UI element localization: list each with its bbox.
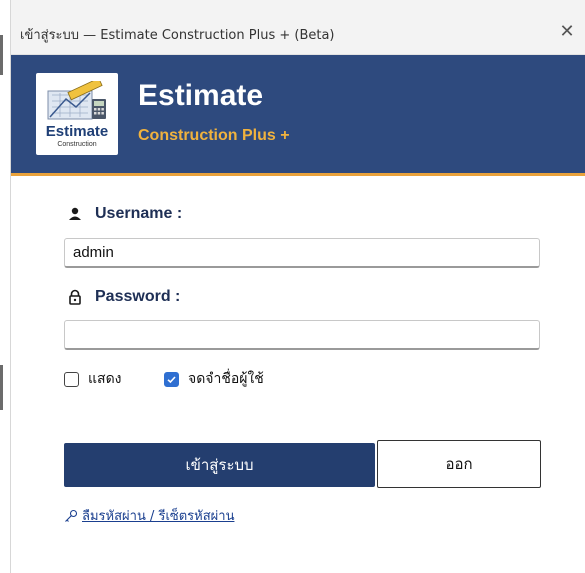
background-mark [0,35,3,75]
brand-subtitle: Construction Plus + [138,127,290,144]
login-button[interactable]: เข้าสู่ระบบ [64,443,375,487]
close-icon: ✕ [559,20,575,42]
user-icon [69,207,81,220]
title-bar[interactable]: เข้าสู่ระบบ — Estimate Construction Plus… [11,0,585,55]
background-window-edge [0,0,10,573]
lock-icon [69,289,81,305]
forgot-password-link[interactable]: ลืมรหัสผ่าน / รีเซ็ตรหัสผ่าน [64,505,234,526]
checkmark-icon [167,375,176,383]
remember-user-label: จดจำชื่อผู้ใช้ [188,371,264,387]
username-label-text: Username : [95,205,183,222]
key-icon [65,509,78,522]
show-password-toggle[interactable]: แสดง [64,368,122,390]
app-logo: Estimate Construction [36,73,118,155]
brand-title: Estimate [138,79,264,112]
username-input[interactable] [64,238,540,268]
close-button[interactable]: ✕ [555,19,579,43]
background-mark [0,365,3,410]
blueprint-icon [47,81,106,120]
logo-wordmark: Estimate [45,123,109,140]
window-title: เข้าสู่ระบบ — Estimate Construction Plus… [20,28,335,43]
login-dialog: เข้าสู่ระบบ — Estimate Construction Plus… [10,0,585,573]
exit-button[interactable]: ออก [377,440,541,488]
brand-banner: Estimate Construction Estimate Construct… [11,55,585,176]
password-label: Password : [67,288,180,306]
password-label-text: Password : [95,288,181,305]
remember-user-toggle[interactable]: จดจำชื่อผู้ใช้ [164,368,264,390]
username-label: Username : [67,205,182,223]
logo-subtext: Construction [57,141,97,148]
password-input[interactable] [64,320,540,350]
remember-user-checkbox[interactable] [164,371,179,387]
forgot-password-text: ลืมรหัสผ่าน / รีเซ็ตรหัสผ่าน [82,509,235,524]
show-password-checkbox[interactable] [64,371,79,387]
show-password-label: แสดง [88,371,122,387]
